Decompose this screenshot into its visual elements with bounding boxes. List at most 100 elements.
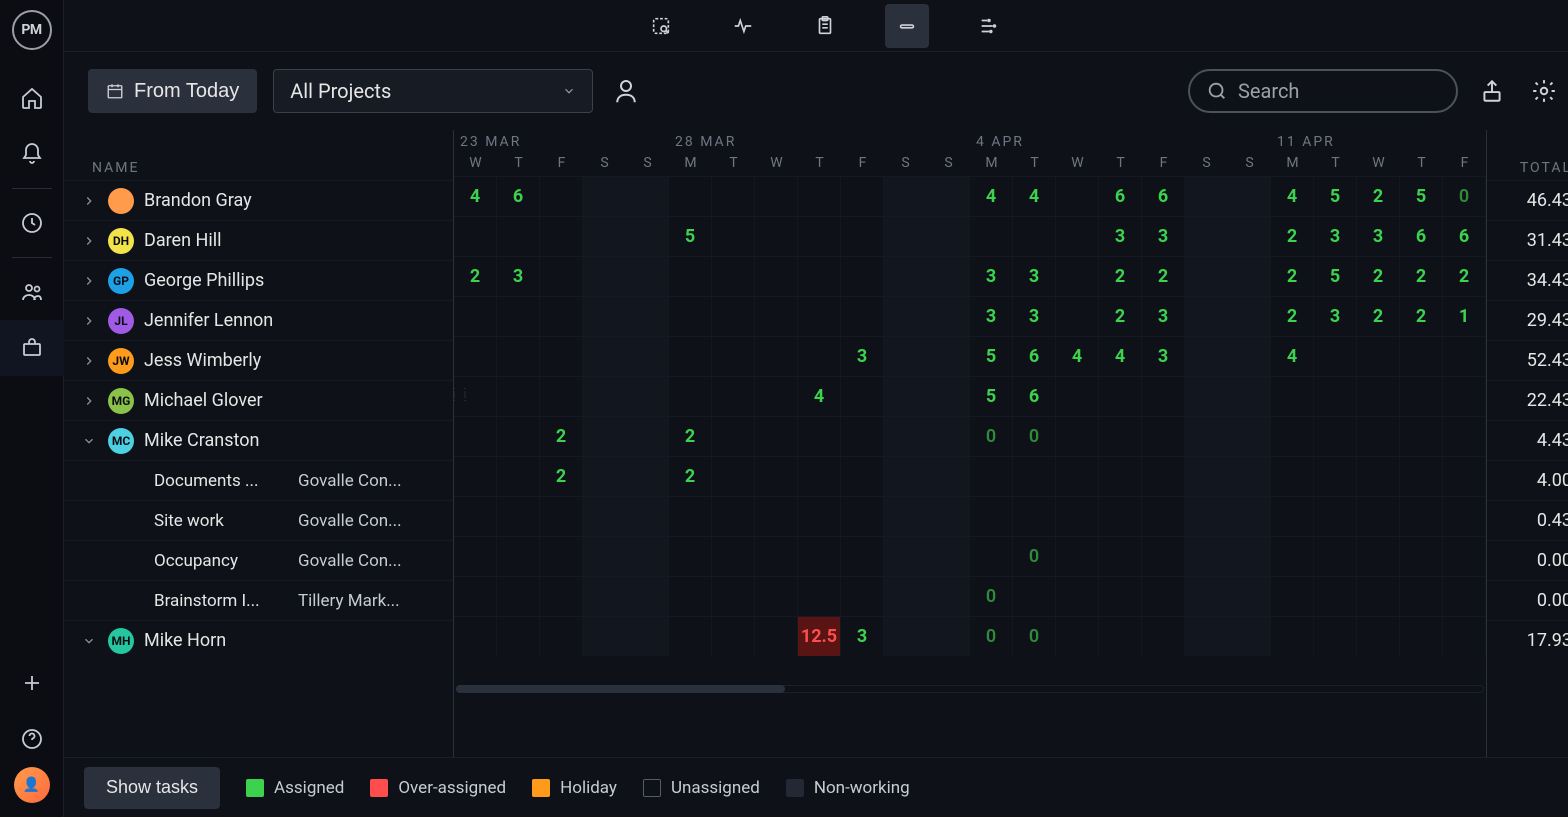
workload-cell[interactable] [927,257,970,296]
workload-cell[interactable]: 2 [669,457,712,496]
workload-cell[interactable]: 2 [1357,257,1400,296]
workload-cell[interactable]: 5 [970,337,1013,376]
workload-cell[interactable] [1056,217,1099,256]
workload-cell[interactable] [1357,537,1400,576]
view-clipboard-icon[interactable] [803,4,847,48]
workload-cell[interactable]: 6 [1013,337,1056,376]
workload-cell[interactable] [669,537,712,576]
share-icon[interactable] [1474,73,1510,109]
workload-cell[interactable]: 3 [497,257,540,296]
workload-cell[interactable] [884,377,927,416]
workload-cell[interactable]: 5 [970,377,1013,416]
workload-cell[interactable] [1314,417,1357,456]
workload-cell[interactable] [884,417,927,456]
person-row[interactable]: DHDaren Hill [64,220,453,260]
workload-cell[interactable] [669,497,712,536]
workload-cell[interactable]: 0 [1013,617,1056,656]
workload-cell[interactable] [798,457,841,496]
workload-cell[interactable] [841,177,884,216]
workload-cell[interactable] [841,537,884,576]
workload-cell[interactable] [1056,537,1099,576]
workload-cell[interactable] [927,497,970,536]
workload-cell[interactable]: 2 [540,417,583,456]
workload-cell[interactable] [927,417,970,456]
workload-cell[interactable] [798,417,841,456]
workload-cell[interactable]: 0 [1013,417,1056,456]
workload-cell[interactable] [884,217,927,256]
workload-cell[interactable] [1228,217,1271,256]
workload-cell[interactable] [1185,217,1228,256]
workload-cell[interactable] [1443,617,1486,656]
workload-cell[interactable] [755,577,798,616]
view-gantt-icon[interactable] [967,4,1011,48]
workload-cell[interactable] [669,177,712,216]
workload-cell[interactable] [1185,537,1228,576]
task-row[interactable]: OccupancyGovalle Con... [64,540,453,580]
workload-cell[interactable] [927,297,970,336]
workload-cell[interactable] [884,577,927,616]
chevron-right-icon[interactable] [80,274,98,288]
workload-cell[interactable] [1443,537,1486,576]
workload-cell[interactable] [1056,497,1099,536]
workload-cell[interactable] [669,257,712,296]
view-workload-icon[interactable] [885,4,929,48]
workload-cell[interactable] [583,217,626,256]
workload-cell[interactable]: 4 [970,177,1013,216]
workload-cell[interactable] [1099,497,1142,536]
workload-cell[interactable] [583,577,626,616]
workload-cell[interactable] [712,417,755,456]
workload-cell[interactable] [712,257,755,296]
workload-cell[interactable] [1142,457,1185,496]
workload-cell[interactable]: 0 [1013,537,1056,576]
workload-cell[interactable]: 5 [669,217,712,256]
workload-cell[interactable] [841,257,884,296]
sidebar-add[interactable] [0,655,64,711]
workload-cell[interactable] [1142,377,1185,416]
workload-cell[interactable]: 12.5 [798,617,841,656]
workload-cell[interactable] [1099,617,1142,656]
workload-cell[interactable] [755,337,798,376]
workload-cell[interactable]: 1 [1443,297,1486,336]
workload-cell[interactable] [841,217,884,256]
workload-cell[interactable] [1056,177,1099,216]
workload-cell[interactable] [540,177,583,216]
workload-cell[interactable] [884,337,927,376]
workload-cell[interactable] [454,217,497,256]
person-row[interactable]: MGMichael Glover [64,380,453,420]
workload-cell[interactable]: 3 [1013,297,1056,336]
view-overview-icon[interactable] [639,4,683,48]
workload-cell[interactable]: 4 [798,377,841,416]
workload-cell[interactable]: 3 [970,257,1013,296]
workload-cell[interactable] [626,577,669,616]
workload-cell[interactable] [1228,537,1271,576]
workload-cell[interactable] [1013,217,1056,256]
workload-cell[interactable] [1056,257,1099,296]
workload-cell[interactable] [1400,377,1443,416]
workload-cell[interactable] [1443,337,1486,376]
workload-cell[interactable] [497,217,540,256]
workload-cell[interactable] [626,417,669,456]
workload-cell[interactable] [583,617,626,656]
workload-cell[interactable] [1314,377,1357,416]
workload-cell[interactable] [970,537,1013,576]
workload-cell[interactable] [884,177,927,216]
workload-cell[interactable] [669,337,712,376]
from-today-button[interactable]: From Today [88,69,257,113]
workload-cell[interactable] [540,617,583,656]
person-row[interactable]: MCMike Cranston [64,420,453,460]
workload-cell[interactable] [626,617,669,656]
workload-cell[interactable] [1357,497,1400,536]
person-row[interactable]: JWJess Wimberly [64,340,453,380]
workload-cell[interactable]: 2 [1400,297,1443,336]
person-row[interactable]: GPGeorge Phillips [64,260,453,300]
chevron-down-icon[interactable] [80,634,98,648]
workload-cell[interactable] [540,297,583,336]
workload-cell[interactable] [1443,497,1486,536]
workload-cell[interactable] [927,577,970,616]
workload-cell[interactable] [1056,417,1099,456]
workload-cell[interactable]: 4 [454,177,497,216]
workload-cell[interactable] [454,457,497,496]
workload-cell[interactable] [755,177,798,216]
workload-cell[interactable] [626,537,669,576]
workload-cell[interactable] [841,457,884,496]
